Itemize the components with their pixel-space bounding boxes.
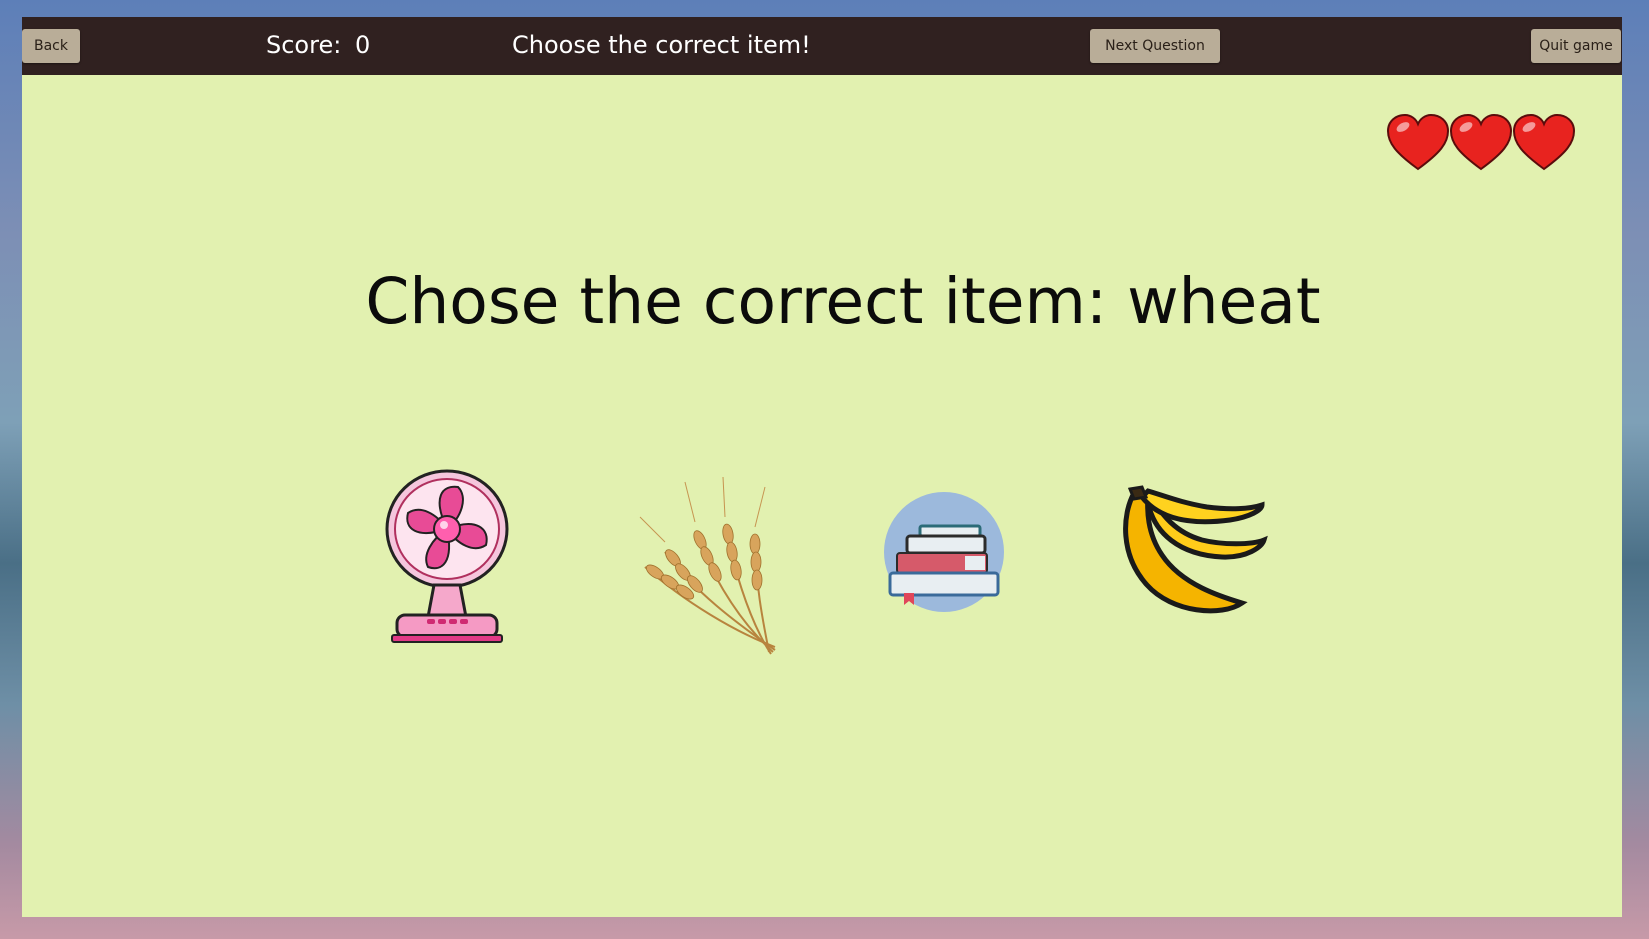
top-bar: Back Score: 0 Choose the correct item! N… bbox=[22, 17, 1622, 75]
score-value: 0 bbox=[355, 31, 371, 59]
heart-icon bbox=[1386, 113, 1450, 171]
heart-icon bbox=[1449, 113, 1513, 171]
back-button[interactable]: Back bbox=[22, 29, 80, 63]
next-question-button[interactable]: Next Question bbox=[1090, 29, 1220, 63]
books-icon[interactable] bbox=[882, 490, 1007, 615]
game-window: Back Score: 0 Choose the correct item! N… bbox=[22, 17, 1622, 917]
banana-icon[interactable] bbox=[1112, 485, 1277, 625]
lives-display bbox=[1386, 113, 1576, 173]
question-text: Chose the correct item: wheat bbox=[365, 265, 1321, 338]
wheat-icon[interactable] bbox=[625, 472, 795, 657]
quit-game-button[interactable]: Quit game bbox=[1531, 29, 1621, 63]
fan-icon[interactable] bbox=[372, 467, 512, 652]
header-title: Choose the correct item! bbox=[512, 31, 811, 59]
heart-icon bbox=[1512, 113, 1576, 171]
score-label: Score: bbox=[266, 31, 342, 59]
